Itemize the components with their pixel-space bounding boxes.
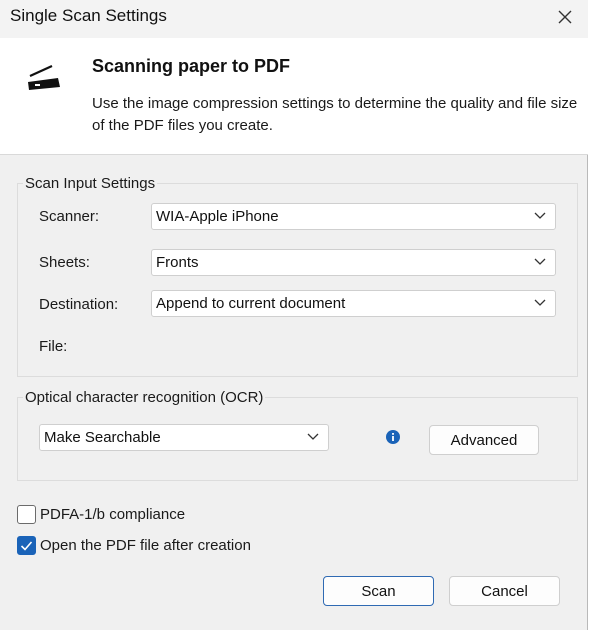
pdfa-label: PDFA-1/b compliance [40, 506, 186, 523]
scanner-select-value: WIA-Apple iPhone [156, 208, 279, 225]
info-icon[interactable] [386, 430, 400, 444]
pdfa-checkbox[interactable] [17, 505, 36, 524]
open-after-checkbox[interactable] [17, 536, 36, 555]
window-title: Single Scan Settings [10, 6, 167, 25]
header-title: Scanning paper to PDF [92, 56, 291, 76]
chevron-down-icon [534, 258, 546, 265]
sheets-label: Sheets: [39, 254, 90, 271]
ocr-mode-select-value: Make Searchable [44, 429, 161, 446]
header-description: Use the image compression settings to de… [92, 95, 578, 134]
close-button[interactable] [548, 2, 582, 32]
header-panel: Scanning paper to PDF Use the image comp… [0, 38, 588, 155]
destination-select-value: Append to current document [156, 295, 346, 312]
title-bar: Single Scan Settings [0, 0, 588, 38]
chevron-down-icon [307, 433, 319, 440]
cancel-button-label: Cancel [481, 582, 528, 600]
cancel-button[interactable]: Cancel [449, 576, 560, 606]
close-icon [558, 10, 572, 24]
chevron-down-icon [534, 212, 546, 219]
advanced-button-label: Advanced [450, 431, 518, 449]
sheets-select-value: Fronts [156, 254, 199, 271]
scan-input-legend: Scan Input Settings [23, 175, 158, 192]
ocr-legend: Optical character recognition (OCR) [23, 389, 266, 406]
scan-button[interactable]: Scan [323, 576, 434, 606]
scan-settings-dialog: Single Scan Settings Scanning paper to P… [0, 0, 588, 630]
sheets-select[interactable]: Fronts [151, 249, 556, 276]
destination-select[interactable]: Append to current document [151, 290, 556, 317]
destination-label: Destination: [39, 296, 119, 313]
ocr-mode-select[interactable]: Make Searchable [39, 424, 329, 451]
chevron-down-icon [534, 299, 546, 306]
checkmark-icon [20, 541, 33, 551]
file-label: File: [39, 338, 68, 355]
scanner-icon [28, 64, 60, 90]
advanced-button[interactable]: Advanced [429, 425, 539, 455]
open-after-label: Open the PDF file after creation [40, 537, 251, 554]
scan-button-label: Scan [361, 582, 396, 600]
scanner-label: Scanner: [39, 208, 100, 225]
scanner-select[interactable]: WIA-Apple iPhone [151, 203, 556, 230]
